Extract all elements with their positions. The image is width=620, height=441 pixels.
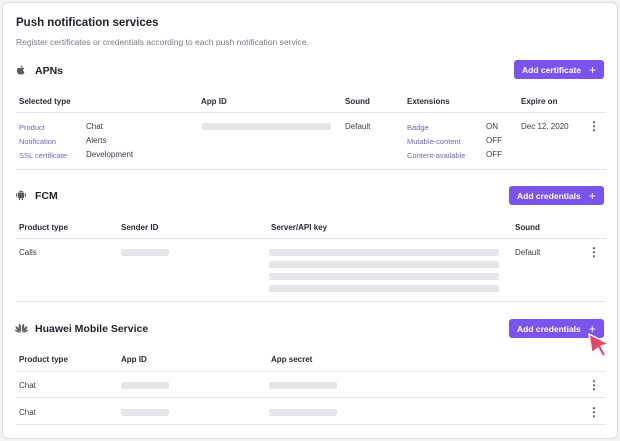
- apns-col-expire-on: Expire on: [521, 97, 558, 106]
- redacted-app-secret: [269, 409, 337, 416]
- ext-value-mutable: OFF: [486, 136, 502, 145]
- fcm-col-server-key: Server/API key: [271, 223, 328, 232]
- apns-col-extensions: Extensions: [407, 97, 450, 106]
- type-value-ssl: Development: [86, 150, 134, 159]
- divider: [16, 397, 606, 398]
- ext-label-badge: Badge: [407, 123, 429, 132]
- ext-value-badge: ON: [486, 122, 498, 131]
- apns-col-app-id: App ID: [201, 97, 227, 106]
- huawei-row2-more-menu-icon[interactable]: ⋮: [588, 406, 600, 418]
- page-title: Push notification services: [16, 17, 159, 29]
- huawei-row1-more-menu-icon[interactable]: ⋮: [588, 379, 600, 391]
- apns-title: APNs: [35, 65, 64, 77]
- huawei-icon: [14, 324, 29, 333]
- huawei-col-app-id: App ID: [121, 355, 147, 364]
- huawei-row2-product: Chat: [19, 408, 36, 417]
- type-label-notification: Notification: [19, 137, 57, 146]
- huawei-title: Huawei Mobile Service: [35, 323, 149, 335]
- divider: [16, 371, 606, 372]
- redacted-server-key: [269, 261, 499, 268]
- add-certificate-label: Add certificate: [522, 64, 582, 75]
- page-subtitle: Register certificates or credentials acc…: [16, 37, 309, 47]
- fcm-add-credentials-button[interactable]: Add credentials +: [509, 186, 604, 205]
- type-value-product: Chat: [86, 122, 103, 131]
- ext-value-content: OFF: [486, 150, 502, 159]
- apns-col-sound: Sound: [345, 97, 370, 106]
- plus-icon: +: [589, 62, 597, 77]
- cursor-pointer-icon: [588, 333, 610, 358]
- huawei-add-credentials-label: Add credentials: [517, 323, 581, 334]
- redacted-server-key: [269, 285, 499, 292]
- ext-label-content: Content-available: [407, 151, 466, 160]
- apns-sound-value: Default: [345, 122, 371, 131]
- divider: [16, 169, 606, 170]
- fcm-more-menu-icon[interactable]: ⋮: [588, 246, 600, 258]
- redacted-server-key: [269, 273, 499, 280]
- redacted-app-secret: [269, 382, 337, 389]
- huawei-col-app-secret: App secret: [271, 355, 313, 364]
- apns-more-menu-icon[interactable]: ⋮: [588, 120, 600, 132]
- redacted-app-id: [202, 123, 331, 130]
- redacted-app-id: [121, 409, 169, 416]
- divider: [16, 301, 606, 302]
- huawei-col-product-type: Product type: [19, 355, 68, 364]
- fcm-col-sender-id: Sender ID: [121, 223, 159, 232]
- redacted-sender-id: [121, 249, 169, 256]
- fcm-title: FCM: [35, 190, 58, 202]
- divider: [16, 112, 606, 113]
- type-label-product: Product: [19, 123, 45, 132]
- apns-col-selected-type: Selected type: [19, 97, 71, 106]
- type-label-ssl: SSL certificate: [19, 151, 68, 160]
- apple-icon: [16, 65, 25, 75]
- fcm-product-value: Calls: [19, 248, 37, 257]
- fcm-col-product-type: Product type: [19, 223, 68, 232]
- huawei-row1-product: Chat: [19, 381, 36, 390]
- fcm-col-sound: Sound: [515, 223, 540, 232]
- plus-icon: +: [588, 188, 596, 203]
- fcm-sound-value: Default: [515, 248, 541, 257]
- divider: [16, 238, 606, 239]
- add-certificate-button[interactable]: Add certificate +: [514, 60, 605, 79]
- ext-label-mutable: Mutable-content: [407, 137, 461, 146]
- type-value-notification: Alerts: [86, 136, 107, 145]
- apns-expire-value: Dec 12, 2020: [521, 122, 569, 131]
- android-icon: [16, 190, 26, 201]
- redacted-server-key: [269, 249, 499, 256]
- push-services-card: Push notification services Register cert…: [2, 2, 618, 439]
- fcm-add-credentials-label: Add credentials: [517, 190, 581, 201]
- redacted-app-id: [121, 382, 169, 389]
- divider: [16, 424, 606, 425]
